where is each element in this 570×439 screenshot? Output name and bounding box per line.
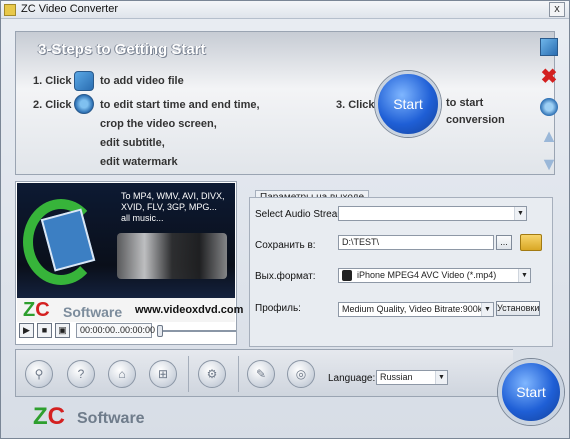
- step3-prefix: 3. Click: [336, 99, 375, 111]
- language-select[interactable]: Russian ▼: [376, 370, 448, 385]
- devices-graphic: [117, 233, 227, 279]
- open-folder-icon[interactable]: [520, 234, 542, 251]
- add-file-icon[interactable]: [540, 38, 558, 56]
- profile-select[interactable]: Medium Quality, Video Bitrate:900kb, A ▼: [338, 302, 494, 317]
- disc-icon[interactable]: ◎: [287, 360, 315, 388]
- title-bar: ZC Video Converter x: [1, 1, 569, 19]
- promo-line2: XVID, FLV, 3GP, MPG...: [121, 202, 217, 212]
- help-icon[interactable]: ?: [67, 360, 95, 388]
- window-title: ZC Video Converter: [21, 3, 119, 15]
- seek-slider[interactable]: [160, 330, 236, 332]
- audio-stream-select[interactable]: ▼: [338, 206, 527, 221]
- add-video-icon[interactable]: [74, 71, 94, 91]
- profile-label: Профиль:: [255, 303, 301, 314]
- preview-panel: To MP4, WMV, AVI, DIVX, XVID, FLV, 3GP, …: [15, 181, 243, 345]
- step1-text: to add video file: [100, 75, 184, 87]
- zc-logo: ZC: [33, 403, 66, 430]
- promo-formats: To MP4, WMV, AVI, DIVX, XVID, FLV, 3GP, …: [121, 191, 231, 224]
- settings-icon[interactable]: ⚙: [198, 360, 226, 388]
- chevron-down-icon: ▼: [514, 207, 526, 220]
- edit-video-icon[interactable]: [74, 94, 94, 114]
- step3-line2: conversion: [446, 114, 505, 126]
- output-format-label: Вых.формат:: [255, 271, 316, 282]
- step2-prefix: 2. Click: [33, 99, 72, 111]
- settings-button[interactable]: Установки: [496, 301, 540, 316]
- phone-icon: [342, 270, 352, 281]
- home-icon[interactable]: ⌂: [108, 360, 136, 388]
- browse-button[interactable]: ...: [496, 235, 512, 250]
- step1-prefix: 1. Click: [33, 75, 72, 87]
- start-button[interactable]: Start: [498, 359, 564, 425]
- chevron-down-icon: ▼: [518, 269, 530, 282]
- play-button[interactable]: ▶: [19, 323, 34, 338]
- close-button[interactable]: x: [549, 2, 565, 17]
- chevron-down-icon: ▼: [481, 303, 493, 316]
- stop-button[interactable]: ■: [37, 323, 52, 338]
- audio-stream-label: Select Audio Stream:: [255, 209, 349, 220]
- steps-panel: 3-Steps to Getting Start 1. Click to add…: [15, 31, 558, 175]
- info-icon[interactable]: ⚲: [25, 360, 53, 388]
- move-down-icon[interactable]: ▼: [540, 155, 558, 173]
- side-toolbar: ✖ ▲ ▼: [540, 32, 558, 174]
- promo-line1: To MP4, WMV, AVI, DIVX,: [121, 191, 225, 201]
- site-link[interactable]: www.videoxdvd.com: [135, 304, 243, 316]
- app-window: ZC Video Converter x 3-Steps to Getting …: [0, 0, 570, 439]
- toolbar-separator: [238, 356, 239, 392]
- bottom-toolbar: ⚲ ? ⌂ ⊞ ⚙ ✎ ◎ Language: Russian ▼: [15, 349, 513, 397]
- output-format-select[interactable]: iPhone MPEG4 AVC Video (*.mp4) ▼: [338, 268, 531, 283]
- app-icon: [4, 4, 16, 16]
- brand-word: Software: [77, 410, 145, 427]
- brand-row: ZC Software www.videoxdvd.com: [17, 298, 243, 322]
- start-button-small[interactable]: Start: [375, 71, 441, 137]
- toolbar-separator: [188, 356, 189, 392]
- language-label: Language:: [328, 373, 376, 384]
- chevron-down-icon: ▼: [435, 371, 447, 384]
- delete-icon[interactable]: ✖: [540, 67, 558, 87]
- output-folder-field[interactable]: D:\TEST\: [338, 235, 494, 250]
- zc-logo: ZC: [23, 299, 50, 321]
- edit-icon[interactable]: ✎: [247, 360, 275, 388]
- step2-line4: edit watermark: [100, 156, 178, 168]
- options-icon[interactable]: [540, 98, 558, 116]
- seek-thumb[interactable]: [157, 325, 163, 337]
- steps-heading: 3-Steps to Getting Start: [38, 41, 206, 58]
- save-to-label: Сохранить в:: [255, 240, 316, 251]
- player-controls: ▶ ■ ▣ 00:00:00..00:00:00: [15, 323, 237, 341]
- promo-line3: all music...: [121, 213, 164, 223]
- step2-line2: crop the video screen,: [100, 118, 217, 130]
- cart-icon[interactable]: ⊞: [149, 360, 177, 388]
- snapshot-button[interactable]: ▣: [55, 323, 70, 338]
- step2-line1: to edit start time and end time,: [100, 99, 260, 111]
- brand-word: Software: [63, 304, 123, 320]
- move-up-icon[interactable]: ▲: [540, 127, 558, 145]
- time-display: 00:00:00..00:00:00: [76, 323, 155, 338]
- step2-line3: edit subtitle,: [100, 137, 165, 149]
